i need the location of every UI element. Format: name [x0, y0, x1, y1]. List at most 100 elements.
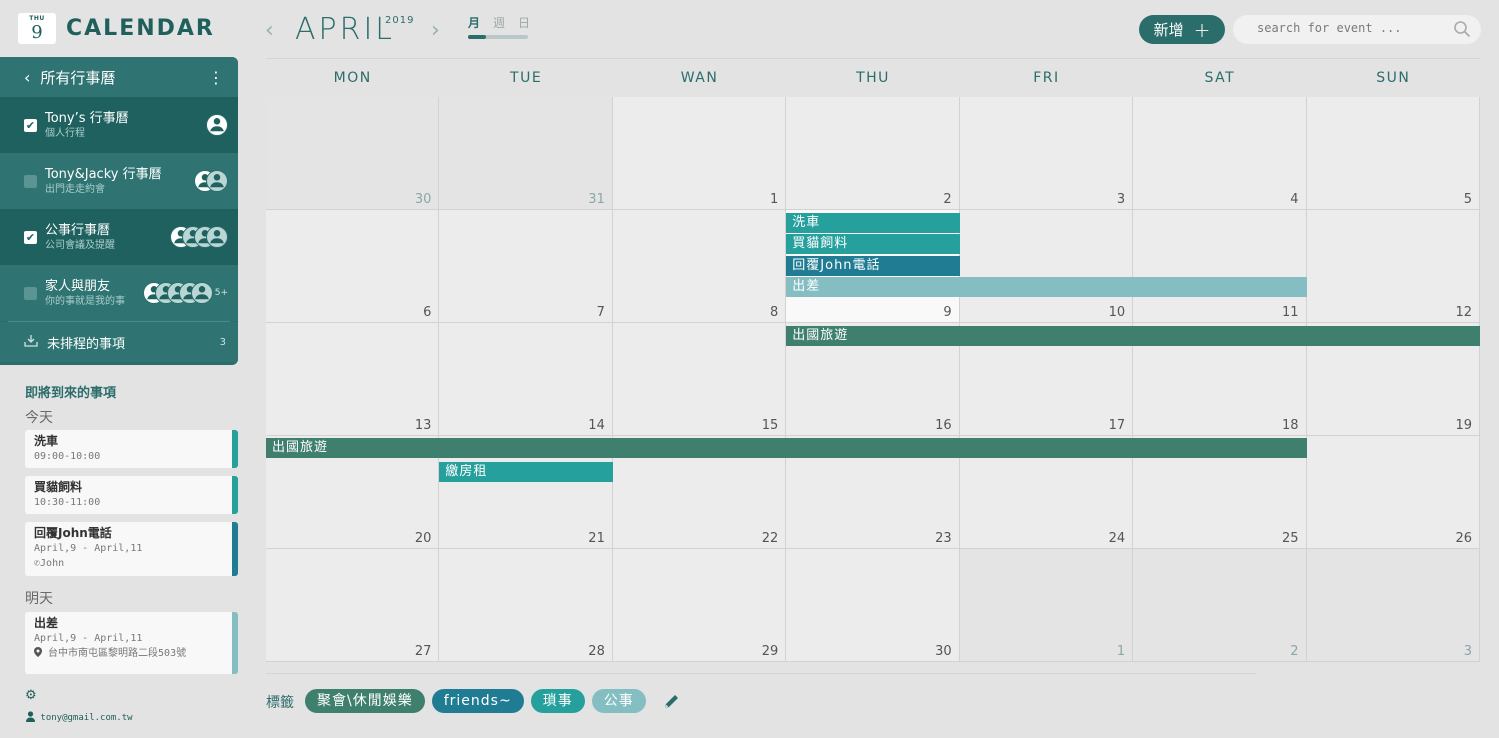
- day-number: 3: [1463, 644, 1472, 659]
- date-badge-day: 9: [31, 22, 43, 43]
- calendar-name: 家人與朋友: [45, 278, 111, 294]
- settings-gear-icon[interactable]: ⚙: [25, 688, 37, 703]
- calendar-event[interactable]: 繳房租: [439, 461, 613, 482]
- upcoming-event-card[interactable]: 出差 April,9 - April,11 台中市南屯區黎明路二段503號: [25, 612, 238, 674]
- day-cell[interactable]: 4: [1133, 97, 1307, 210]
- view-switcher-indicator: [468, 35, 486, 39]
- day-number: 25: [1282, 531, 1299, 546]
- back-chevron-icon[interactable]: ‹: [24, 68, 30, 87]
- view-option-2[interactable]: 日: [518, 14, 530, 31]
- calendar-item[interactable]: ✔ 公事行事曆 公司會議及提醒: [0, 209, 238, 265]
- weekday-label: FRI: [1033, 70, 1060, 86]
- day-cell[interactable]: 1: [959, 549, 1134, 662]
- calendar-item-text: Tony’s 行事曆 個人行程: [45, 110, 129, 141]
- day-cell[interactable]: 11: [1133, 210, 1307, 323]
- day-cell[interactable]: 6: [266, 210, 440, 323]
- event-title: 出差: [34, 616, 59, 630]
- search-input[interactable]: [1257, 21, 1447, 35]
- day-cell[interactable]: 13: [266, 323, 440, 436]
- day-cell[interactable]: 30: [266, 97, 440, 210]
- calendar-event[interactable]: 出國旅遊: [786, 326, 1480, 346]
- tag-chip[interactable]: 聚會\休閒娛樂: [305, 689, 425, 713]
- day-number: 28: [588, 644, 605, 659]
- day-cell[interactable]: 30: [786, 549, 960, 662]
- calendar-item[interactable]: ✔ Tony’s 行事曆 個人行程: [0, 97, 238, 153]
- day-number: 3: [1116, 192, 1126, 207]
- day-cell[interactable]: 2: [786, 97, 960, 210]
- day-number: 12: [1455, 305, 1472, 320]
- day-cell[interactable]: 1: [612, 97, 787, 210]
- month-title: APRIL: [295, 12, 396, 47]
- day-number: 13: [414, 418, 432, 433]
- upcoming-event-card[interactable]: 洗車 09:00-10:00: [25, 430, 238, 468]
- view-option-0[interactable]: 月: [468, 14, 480, 31]
- calendar-item-text: Tony&Jacky 行事曆 出門走走約會: [45, 166, 162, 197]
- day-cell[interactable]: 12: [1306, 210, 1480, 323]
- day-number: 30: [935, 644, 952, 659]
- tag-chip[interactable]: 瑣事: [530, 689, 585, 713]
- member-avatar-icon: [206, 226, 228, 248]
- account-email: tony@gmail.com.tw: [40, 713, 133, 723]
- day-cell[interactable]: 31: [439, 97, 613, 210]
- calendar-item[interactable]: Tony&Jacky 行事曆 出門走走約會: [0, 153, 238, 209]
- calendar-event[interactable]: 買貓飼料: [786, 234, 960, 255]
- unchecked-checkbox[interactable]: [24, 286, 37, 300]
- event-location-text: 台中市南屯區黎明路二段503號: [48, 648, 187, 659]
- calendar-event[interactable]: 出國旅遊: [266, 438, 1307, 458]
- tag-list: 聚會\休閒娛樂 friends~ 瑣事 公事: [305, 689, 646, 713]
- day-number: 29: [761, 644, 779, 659]
- calendar-event[interactable]: 出差: [786, 276, 1307, 297]
- tag-divider: [266, 673, 1256, 674]
- day-cell[interactable]: 5: [1306, 97, 1480, 210]
- more-options-icon[interactable]: ⋮: [208, 68, 224, 87]
- upcoming-event-card[interactable]: 買貓飼料 10:30-11:00: [25, 476, 238, 514]
- weekday-label: WAN: [680, 70, 719, 86]
- day-cell[interactable]: 8: [612, 210, 787, 323]
- day-cell[interactable]: 26: [1306, 436, 1480, 549]
- day-number: 1: [1116, 644, 1126, 659]
- tag-chip[interactable]: friends~: [431, 689, 524, 713]
- calendar-event[interactable]: 回覆John電話: [786, 255, 960, 276]
- day-number: 21: [588, 531, 605, 546]
- more-members-count: 5+: [214, 288, 228, 298]
- day-cell[interactable]: 10: [959, 210, 1134, 323]
- day-number: 31: [588, 192, 605, 207]
- download-tray-icon: [24, 334, 38, 351]
- weekday-label: THU: [856, 70, 890, 86]
- tag-chip[interactable]: 公事: [591, 689, 646, 713]
- app-title: CALENDAR: [66, 16, 215, 41]
- next-month-chevron-icon[interactable]: ›: [431, 18, 440, 43]
- day-cell[interactable]: 27: [266, 549, 440, 662]
- day-cell[interactable]: 7: [439, 210, 613, 323]
- day-cell[interactable]: 3: [959, 97, 1134, 210]
- prev-month-chevron-icon[interactable]: ‹: [265, 18, 274, 43]
- day-cell[interactable]: 29: [612, 549, 787, 662]
- day-cell[interactable]: 15: [612, 323, 787, 436]
- day-cell[interactable]: 28: [439, 549, 613, 662]
- search-icon[interactable]: [1453, 20, 1471, 38]
- event-title: 買貓飼料: [34, 480, 83, 494]
- day-number: 20: [414, 531, 432, 546]
- add-event-button[interactable]: 新增 +: [1139, 15, 1225, 44]
- day-cell[interactable]: 14: [439, 323, 613, 436]
- weekday-label: SAT: [1204, 70, 1236, 86]
- calendar-item-text: 家人與朋友 你的事就是我的事: [45, 278, 125, 309]
- calendar-item[interactable]: 家人與朋友 你的事就是我的事 5+: [0, 265, 238, 321]
- unchecked-checkbox[interactable]: [24, 174, 37, 188]
- day-cell[interactable]: 3: [1306, 549, 1480, 662]
- checked-checkbox-icon[interactable]: ✔: [24, 230, 37, 244]
- weekday-label: TUE: [510, 70, 543, 86]
- view-option-1[interactable]: 週: [493, 14, 505, 31]
- member-avatar-icon: [190, 282, 213, 304]
- day-number: 9: [943, 305, 952, 320]
- day-cell[interactable]: 2: [1133, 549, 1307, 662]
- calendar-event[interactable]: 洗車: [786, 213, 960, 233]
- checked-checkbox-icon[interactable]: ✔: [24, 118, 37, 132]
- day-number: 6: [423, 305, 432, 320]
- edit-tags-pencil-icon[interactable]: [662, 691, 682, 711]
- account-row[interactable]: tony@gmail.com.tw: [26, 711, 133, 723]
- day-number: 30: [414, 192, 432, 207]
- upcoming-event-card[interactable]: 回覆John電話 April,9 - April,11 ✆John: [25, 522, 238, 576]
- day-number: 14: [588, 418, 605, 433]
- unscheduled-items-row[interactable]: 未排程的事項 3: [0, 322, 238, 362]
